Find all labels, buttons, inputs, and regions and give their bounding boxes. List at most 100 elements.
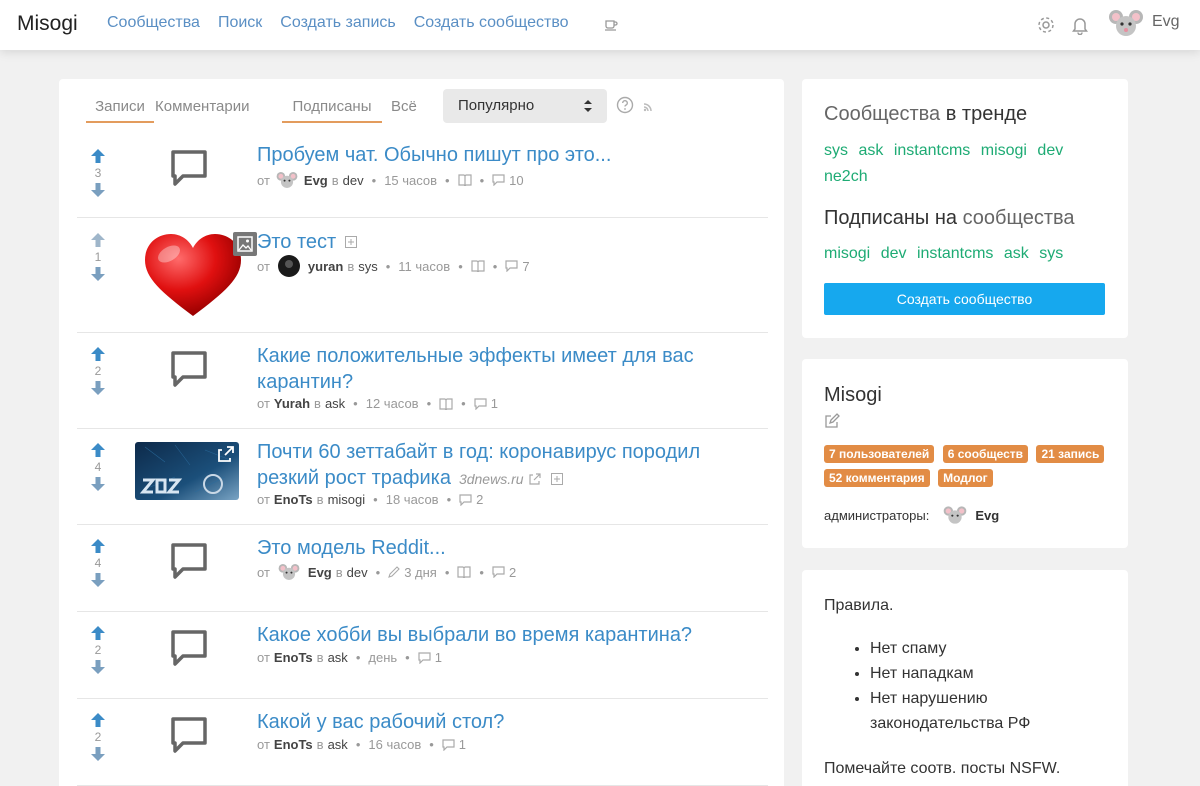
avatar-icon[interactable]	[943, 503, 967, 527]
post-community[interactable]: misogi	[328, 492, 366, 507]
post-author[interactable]: Evg	[304, 173, 328, 188]
post-title[interactable]: Какое хобби вы выбрали во время карантин…	[257, 622, 757, 648]
community-link[interactable]: dev	[881, 245, 907, 262]
tab-subscribed[interactable]: Подписаны	[282, 98, 382, 123]
post-source[interactable]: 3dnews.ru	[459, 471, 524, 487]
comment-bubble-icon[interactable]	[169, 148, 209, 188]
post-author[interactable]: EnoTs	[274, 737, 313, 752]
avatar-icon[interactable]	[278, 561, 300, 583]
bell-icon[interactable]	[1071, 15, 1089, 35]
badge-users[interactable]: 7 пользователей	[824, 445, 935, 463]
post-author[interactable]: EnoTs	[274, 650, 313, 665]
badge-modlog[interactable]: Модлог	[938, 469, 993, 487]
comments-count[interactable]: 1	[459, 737, 466, 752]
post-title[interactable]: Пробуем чат. Обычно пишут про это...	[257, 142, 757, 168]
downvote-icon[interactable]	[89, 266, 107, 282]
comment-bubble-icon[interactable]	[169, 628, 209, 668]
comments-count[interactable]: 2	[509, 565, 516, 580]
community-link[interactable]: sys	[1039, 245, 1063, 262]
comments-icon[interactable]	[492, 566, 505, 578]
badge-posts[interactable]: 21 запись	[1036, 445, 1105, 463]
comments-icon[interactable]	[459, 493, 472, 506]
post-community[interactable]: dev	[347, 565, 368, 580]
comment-bubble-icon[interactable]	[169, 541, 209, 581]
downvote-icon[interactable]	[89, 572, 107, 588]
comments-count[interactable]: 1	[491, 396, 498, 411]
upvote-icon[interactable]	[89, 538, 107, 554]
comments-icon[interactable]	[505, 260, 518, 272]
community-link[interactable]: ne2ch	[824, 168, 868, 185]
user-name[interactable]: Evg	[1152, 13, 1180, 31]
help-icon[interactable]	[616, 96, 634, 114]
tab-all[interactable]: Всё	[391, 98, 417, 121]
post-community[interactable]: ask	[328, 650, 348, 665]
post-community[interactable]: ask	[328, 737, 348, 752]
expand-icon[interactable]	[345, 236, 358, 248]
avatar-icon[interactable]	[277, 255, 300, 277]
community-link[interactable]: ask	[1004, 245, 1029, 262]
tab-comments[interactable]: Комментарии	[155, 98, 249, 121]
expand-icon[interactable]	[550, 472, 563, 485]
nav-search[interactable]: Поиск	[218, 14, 262, 32]
post-thumbnail[interactable]	[135, 442, 239, 500]
create-community-button[interactable]: Создать сообщество	[824, 283, 1105, 315]
badge-communities[interactable]: 6 сообществ	[942, 445, 1029, 463]
rss-icon[interactable]	[643, 101, 654, 112]
book-icon[interactable]	[439, 397, 453, 410]
book-icon[interactable]	[471, 260, 485, 272]
nav-communities[interactable]: Сообщества	[107, 14, 200, 32]
gear-icon[interactable]	[1036, 15, 1056, 35]
comments-icon[interactable]	[474, 397, 487, 410]
comment-bubble-icon[interactable]	[169, 349, 209, 389]
upvote-icon[interactable]	[89, 232, 107, 248]
nav-create-community[interactable]: Создать сообщество	[414, 14, 569, 32]
sort-select[interactable]: Популярно	[443, 89, 607, 123]
coffee-icon[interactable]	[604, 17, 618, 31]
post-community[interactable]: ask	[325, 396, 345, 411]
nav-create-post[interactable]: Создать запись	[280, 14, 395, 32]
external-link-icon[interactable]	[528, 473, 541, 485]
comments-count[interactable]: 1	[435, 650, 442, 665]
post-author[interactable]: Evg	[308, 565, 332, 580]
post-title[interactable]: Это тест	[257, 229, 336, 255]
post-author[interactable]: Yurah	[274, 396, 310, 411]
post-title[interactable]: Какие положительные эффекты имеет для ва…	[257, 343, 757, 395]
post-thumbnail[interactable]	[141, 230, 245, 320]
community-link[interactable]: sys	[824, 142, 848, 159]
comment-bubble-icon[interactable]	[169, 715, 209, 755]
community-link[interactable]: misogi	[981, 142, 1027, 159]
comments-icon[interactable]	[492, 174, 505, 186]
badge-comments[interactable]: 52 комментария	[824, 469, 930, 487]
book-icon[interactable]	[457, 566, 472, 578]
comments-count[interactable]: 2	[476, 492, 483, 507]
tab-posts[interactable]: Записи	[86, 98, 154, 123]
downvote-icon[interactable]	[89, 380, 107, 396]
community-link[interactable]: instantcms	[894, 142, 970, 159]
comments-count[interactable]: 7	[522, 259, 529, 274]
community-link[interactable]: instantcms	[917, 245, 993, 262]
downvote-icon[interactable]	[89, 746, 107, 762]
upvote-icon[interactable]	[89, 442, 107, 458]
upvote-icon[interactable]	[89, 625, 107, 641]
downvote-icon[interactable]	[89, 476, 107, 492]
upvote-icon[interactable]	[89, 712, 107, 728]
edit-icon[interactable]	[824, 413, 840, 429]
avatar-icon[interactable]	[276, 169, 298, 191]
community-link[interactable]: dev	[1037, 142, 1063, 159]
post-title[interactable]: Это модель Reddit...	[257, 535, 757, 561]
comments-icon[interactable]	[442, 738, 455, 751]
upvote-icon[interactable]	[89, 148, 107, 164]
upvote-icon[interactable]	[89, 346, 107, 362]
downvote-icon[interactable]	[89, 659, 107, 675]
post-title[interactable]: Какой у вас рабочий стол?	[257, 709, 757, 735]
community-link[interactable]: misogi	[824, 245, 870, 262]
downvote-icon[interactable]	[89, 182, 107, 198]
site-logo[interactable]: Misogi	[17, 12, 78, 36]
post-community[interactable]: sys	[358, 259, 378, 274]
post-author[interactable]: yuran	[308, 259, 343, 274]
admin-name[interactable]: Evg	[975, 508, 999, 523]
post-author[interactable]: EnoTs	[274, 492, 313, 507]
comments-icon[interactable]	[418, 651, 431, 664]
post-community[interactable]: dev	[343, 173, 364, 188]
book-icon[interactable]	[458, 174, 472, 186]
